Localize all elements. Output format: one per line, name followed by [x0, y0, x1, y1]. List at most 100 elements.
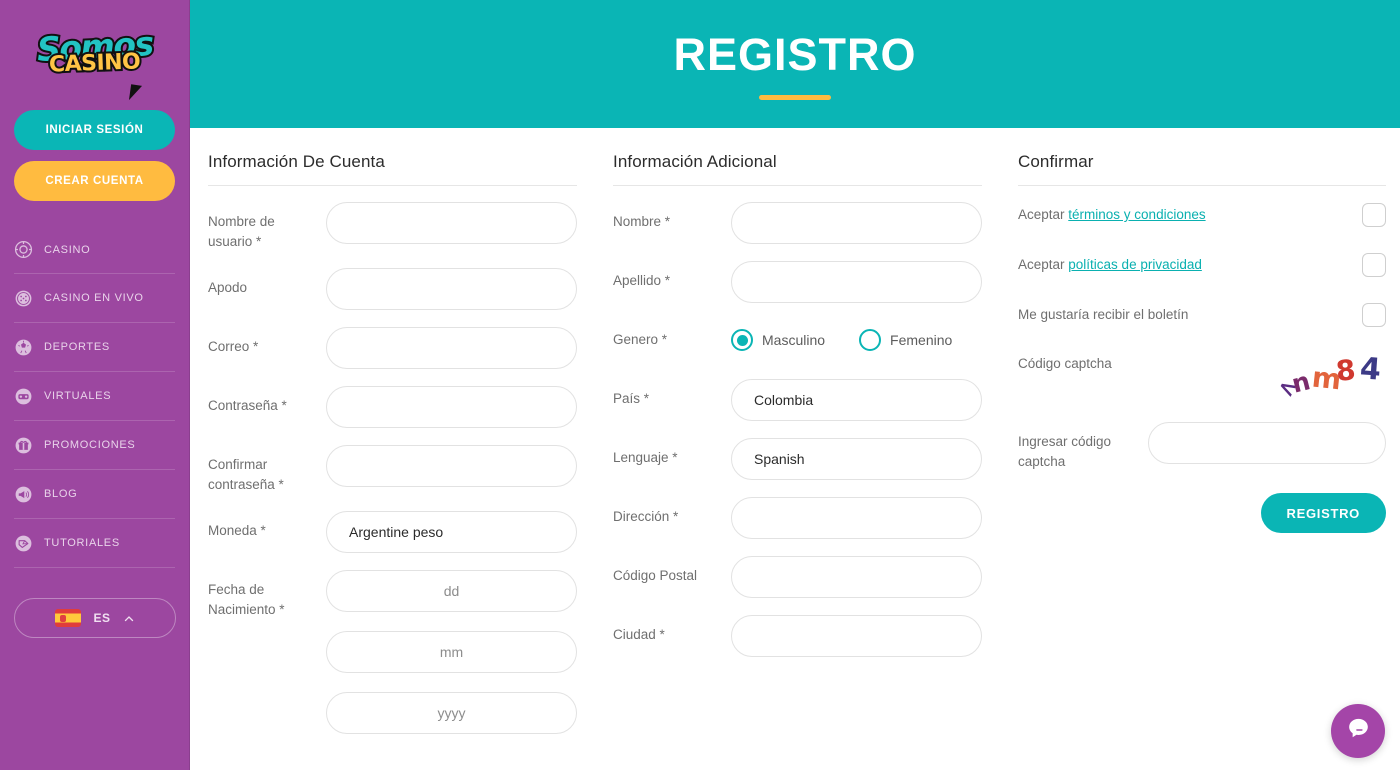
sidebar-item-tutoriales[interactable]: TUTORIALES [14, 519, 175, 568]
login-button[interactable]: INICIAR SESIÓN [14, 110, 175, 150]
page-hero: REGISTRO [190, 0, 1400, 128]
sidebar-item-label: TUTORIALES [44, 537, 120, 549]
newsletter-text: Me gustaría recibir el boletín [1018, 307, 1189, 323]
gender-radio-group: Masculino Femenino [731, 320, 982, 351]
address-input[interactable] [731, 497, 982, 539]
dob-year-input[interactable] [326, 692, 577, 735]
field-city: Ciudad * [613, 615, 982, 657]
field-lastname: Apellido * [613, 261, 982, 303]
radio-label: Masculino [762, 332, 826, 348]
language-code: ES [93, 611, 111, 625]
dob-month-input[interactable] [326, 631, 577, 674]
gift-icon [14, 436, 33, 455]
gender-option-male[interactable]: Masculino [731, 329, 825, 351]
field-email: Correo * [208, 327, 577, 370]
field-username: Nombre de usuario * [208, 202, 577, 251]
sidebar-item-casino[interactable]: CASINO [14, 225, 175, 274]
firstname-input[interactable] [731, 202, 982, 244]
nickname-input[interactable] [326, 268, 577, 311]
field-label: País * [613, 391, 650, 406]
field-country: País * [613, 379, 982, 421]
accept-terms-text: Aceptar términos y condiciones [1018, 205, 1206, 225]
sidebar-item-label: CASINO [44, 243, 91, 256]
field-label: Moneda * [208, 523, 266, 539]
field-label: Nombre de usuario * [208, 214, 275, 249]
sidebar-item-deportes[interactable]: DEPORTES [14, 323, 175, 372]
sidebar-item-promociones[interactable]: PROMOCIONES [14, 421, 175, 470]
logo-text-casino: CASINO [46, 48, 142, 80]
chevron-up-icon [123, 612, 135, 624]
email-input[interactable] [326, 327, 577, 370]
captcha-label: Código captcha [1018, 356, 1112, 371]
gender-option-female[interactable]: Femenino [859, 329, 952, 351]
field-label: Ingresar código captcha [1018, 434, 1112, 469]
city-input[interactable] [731, 615, 982, 657]
account-info-column: Información De Cuenta Nombre de usuario … [190, 152, 595, 751]
divider [1018, 185, 1386, 186]
divider [613, 185, 982, 186]
sports-ball-icon [14, 338, 33, 357]
main-content: REGISTRO Información De Cuenta Nombre de… [190, 0, 1400, 770]
confirm-column: Confirmar Aceptar términos y condiciones… [1000, 152, 1400, 751]
accept-terms-row: Aceptar términos y condiciones [1018, 202, 1386, 228]
accept-terms-checkbox[interactable] [1362, 203, 1386, 227]
username-input[interactable] [326, 202, 577, 244]
brand-logo[interactable]: Somos CASINO [14, 0, 175, 108]
casino-chip-icon [14, 240, 33, 259]
field-captcha-input: Ingresar código captcha [1018, 422, 1386, 471]
field-nickname: Apodo [208, 268, 577, 311]
submit-row: REGISTRO [1018, 493, 1386, 534]
sidebar-item-label: CASINO EN VIVO [44, 292, 144, 304]
accept-privacy-text: Aceptar políticas de privacidad [1018, 255, 1202, 275]
create-account-button[interactable]: CREAR CUENTA [14, 161, 175, 201]
field-gender: Genero * Masculino Femenino [613, 320, 982, 362]
register-submit-button[interactable]: REGISTRO [1260, 493, 1386, 534]
field-label: Lenguaje * [613, 450, 678, 465]
registration-form: Información De Cuenta Nombre de usuario … [190, 128, 1400, 751]
privacy-link[interactable]: políticas de privacidad [1068, 257, 1202, 272]
accept-privacy-checkbox[interactable] [1362, 253, 1386, 277]
field-postal-code: Código Postal [613, 556, 982, 598]
captcha-input[interactable] [1148, 422, 1386, 464]
currency-select[interactable] [326, 511, 577, 554]
megaphone-icon [14, 485, 33, 504]
field-language: Lenguaje * [613, 438, 982, 480]
language-selector[interactable]: ES [14, 598, 176, 638]
accept-terms-prefix: Aceptar [1018, 207, 1069, 223]
field-label: Apodo [208, 280, 248, 296]
radio-icon-unselected[interactable] [859, 329, 882, 351]
newsletter-row: Me gustaría recibir el boletín [1018, 302, 1386, 328]
chat-widget-button[interactable] [1331, 704, 1385, 758]
sidebar-item-blog[interactable]: BLOG [14, 470, 175, 519]
book-icon [14, 534, 33, 553]
confirm-password-input[interactable] [326, 445, 577, 488]
registration-page: Somos CASINO INICIAR SESIÓN CREAR CUENTA… [0, 0, 1400, 770]
field-label: Confirmar contraseña * [208, 457, 284, 492]
radio-icon-selected[interactable] [731, 329, 753, 351]
divider [208, 185, 577, 186]
logo-speech-tail [128, 84, 142, 102]
additional-info-title: Información Adicional [613, 152, 777, 171]
field-date-of-birth: Fecha de Nacimiento * [208, 570, 577, 735]
password-input[interactable] [326, 386, 577, 429]
country-select[interactable] [731, 379, 982, 421]
spain-flag-icon [55, 609, 82, 627]
language-select[interactable] [731, 438, 982, 480]
sidebar-item-casino-en-vivo[interactable]: CASINO EN VIVO [14, 274, 175, 323]
lastname-input[interactable] [731, 261, 982, 303]
field-label: Contraseña * [208, 398, 287, 414]
title-underline [759, 94, 831, 100]
virtual-goggles-icon [14, 387, 33, 406]
confirm-title: Confirmar [1018, 152, 1094, 171]
field-label: Dirección * [613, 509, 679, 524]
dob-day-input[interactable] [326, 570, 577, 613]
chat-bubble-icon [1345, 715, 1372, 747]
postal-code-input[interactable] [731, 556, 982, 598]
captcha-char: 8 [1334, 353, 1358, 388]
newsletter-checkbox[interactable] [1362, 303, 1386, 327]
terms-link[interactable]: términos y condiciones [1068, 207, 1205, 222]
field-label: Genero * [613, 332, 668, 347]
sidebar-item-label: VIRTUALES [44, 390, 112, 402]
sidebar-item-virtuales[interactable]: VIRTUALES [14, 372, 175, 421]
field-label: Código Postal [613, 568, 698, 583]
